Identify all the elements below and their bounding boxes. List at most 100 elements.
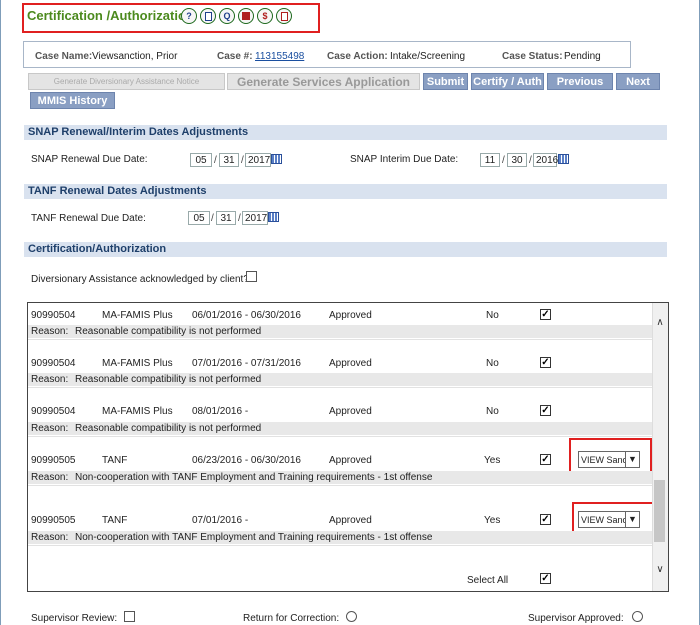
row-program: MA-FAMIS Plus (102, 358, 173, 369)
row-dates: 06/01/2016 - 06/30/2016 (192, 310, 301, 321)
row-dates: 07/01/2016 - 07/31/2016 (192, 358, 301, 369)
row-separator (28, 545, 652, 546)
reason-label: Reason: (31, 326, 69, 337)
row-flag: No (486, 310, 499, 321)
submit-button[interactable]: Submit (423, 73, 468, 90)
row-dates: 06/23/2016 - 06/30/2016 (192, 455, 301, 466)
date-separator: / (529, 155, 532, 166)
snap-interim-month[interactable]: 11 (480, 153, 500, 167)
stop-glyph (242, 12, 250, 20)
date-separator: / (502, 155, 505, 166)
reason-text: Reasonable compatibility is not performe… (75, 326, 262, 337)
return-correction-radio[interactable] (346, 611, 357, 622)
calendar-icon[interactable] (268, 212, 279, 222)
case-action-value: Intake/Screening (390, 51, 466, 62)
row-flag: Yes (484, 515, 501, 526)
next-button[interactable]: Next (616, 73, 660, 90)
calendar-icon[interactable] (271, 154, 282, 164)
reason-text: Reasonable compatibility is not performe… (75, 423, 262, 434)
mmis-history-button[interactable]: MMIS History (30, 92, 115, 109)
list-scrollbar[interactable] (652, 303, 668, 591)
reason-label: Reason: (31, 423, 69, 434)
row-separator (28, 339, 652, 340)
row-flag: Yes (484, 455, 501, 466)
view-sanction-select[interactable]: VIEW Sanction ▼ (578, 511, 640, 528)
question-icon[interactable]: Q (219, 8, 235, 24)
reason-label: Reason: (31, 472, 69, 483)
row-select-checkbox[interactable]: ✓ (540, 405, 551, 416)
snap-section-header: SNAP Renewal/Interim Dates Adjustments (24, 125, 667, 140)
cert-section-header: Certification/Authorization (24, 242, 667, 257)
row-id: 90990505 (31, 515, 76, 526)
reason-text: Non-cooperation with TANF Employment and… (75, 472, 433, 483)
supervisor-review-label: Supervisor Review: (31, 613, 118, 624)
info-glyph: $ (262, 11, 268, 21)
diversionary-ack-label: Diversionary Assistance acknowledged by … (31, 274, 252, 285)
row-status: Approved (329, 406, 372, 417)
date-separator: / (241, 155, 244, 166)
case-action-label: Case Action: (327, 51, 388, 62)
reason-text: Reasonable compatibility is not performe… (75, 374, 262, 385)
row-select-checkbox[interactable]: ✓ (540, 357, 551, 368)
supervisor-approved-radio[interactable] (632, 611, 643, 622)
snap-renewal-label: SNAP Renewal Due Date: (31, 154, 148, 165)
tanf-renewal-year[interactable]: 2017 (242, 211, 268, 225)
edit-icon[interactable] (276, 8, 292, 24)
row-separator (28, 485, 652, 486)
date-separator: / (211, 213, 214, 224)
help-icon[interactable]: ? (181, 8, 197, 24)
tanf-renewal-month[interactable]: 05 (188, 211, 210, 225)
scroll-up-icon[interactable]: ∧ (652, 316, 668, 330)
reason-label: Reason: (31, 374, 69, 385)
scroll-down-icon[interactable]: ∨ (652, 563, 668, 577)
date-separator: / (214, 155, 217, 166)
case-status-value: Pending (564, 51, 601, 62)
row-select-checkbox[interactable]: ✓ (540, 454, 551, 465)
row-select-checkbox[interactable]: ✓ (540, 514, 551, 525)
reason-label: Reason: (31, 532, 69, 543)
row-id: 90990504 (31, 358, 76, 369)
tanf-renewal-label: TANF Renewal Due Date: (31, 213, 146, 224)
row-program: TANF (102, 455, 128, 466)
row-id: 90990505 (31, 455, 76, 466)
snap-renewal-year[interactable]: 2017 (245, 153, 271, 167)
row-flag: No (486, 358, 499, 369)
reason-text: Non-cooperation with TANF Employment and… (75, 532, 433, 543)
tanf-section-header: TANF Renewal Dates Adjustments (24, 184, 667, 199)
snap-interim-year[interactable]: 2016 (533, 153, 558, 167)
view-sanction-select[interactable]: VIEW Sanction ▼ (578, 451, 640, 468)
scrollbar-thumb[interactable] (654, 480, 665, 542)
supervisor-review-checkbox[interactable] (124, 611, 135, 622)
select-value: VIEW Sanction (581, 514, 625, 525)
generate-diversionary-notice-button[interactable]: Generate Diversionary Assistance Notice (28, 73, 225, 90)
row-separator (28, 436, 652, 437)
case-number-link[interactable]: 113155498 (255, 51, 304, 62)
row-id: 90990504 (31, 406, 76, 417)
row-program: MA-FAMIS Plus (102, 406, 173, 417)
calendar-icon[interactable] (558, 154, 569, 164)
notes-icon[interactable] (200, 8, 216, 24)
row-status: Approved (329, 515, 372, 526)
snap-renewal-day[interactable]: 31 (219, 153, 239, 167)
supervisor-approved-label: Supervisor Approved: (528, 613, 624, 624)
tanf-renewal-day[interactable]: 31 (216, 211, 236, 225)
case-name-value: Viewsanction, Prior (92, 51, 178, 62)
row-status: Approved (329, 310, 372, 321)
info-icon[interactable]: $ (257, 8, 273, 24)
certify-auth-button[interactable]: Certify / Auth (471, 73, 544, 90)
row-select-checkbox[interactable]: ✓ (540, 309, 551, 320)
row-separator (28, 387, 652, 388)
select-all-checkbox[interactable]: ✓ (540, 573, 551, 584)
row-dates: 07/01/2016 - (192, 515, 249, 526)
case-status-label: Case Status: (502, 51, 563, 62)
snap-renewal-month[interactable]: 05 (190, 153, 212, 167)
previous-button[interactable]: Previous (547, 73, 613, 90)
diversionary-ack-checkbox[interactable] (246, 271, 257, 282)
stop-icon[interactable] (238, 8, 254, 24)
help-glyph: ? (186, 11, 192, 21)
row-dates: 08/01/2016 - (192, 406, 249, 417)
chevron-down-icon: ▼ (625, 452, 639, 467)
generate-services-application-button[interactable]: Generate Services Application (227, 73, 420, 90)
row-id: 90990504 (31, 310, 76, 321)
snap-interim-day[interactable]: 30 (507, 153, 527, 167)
